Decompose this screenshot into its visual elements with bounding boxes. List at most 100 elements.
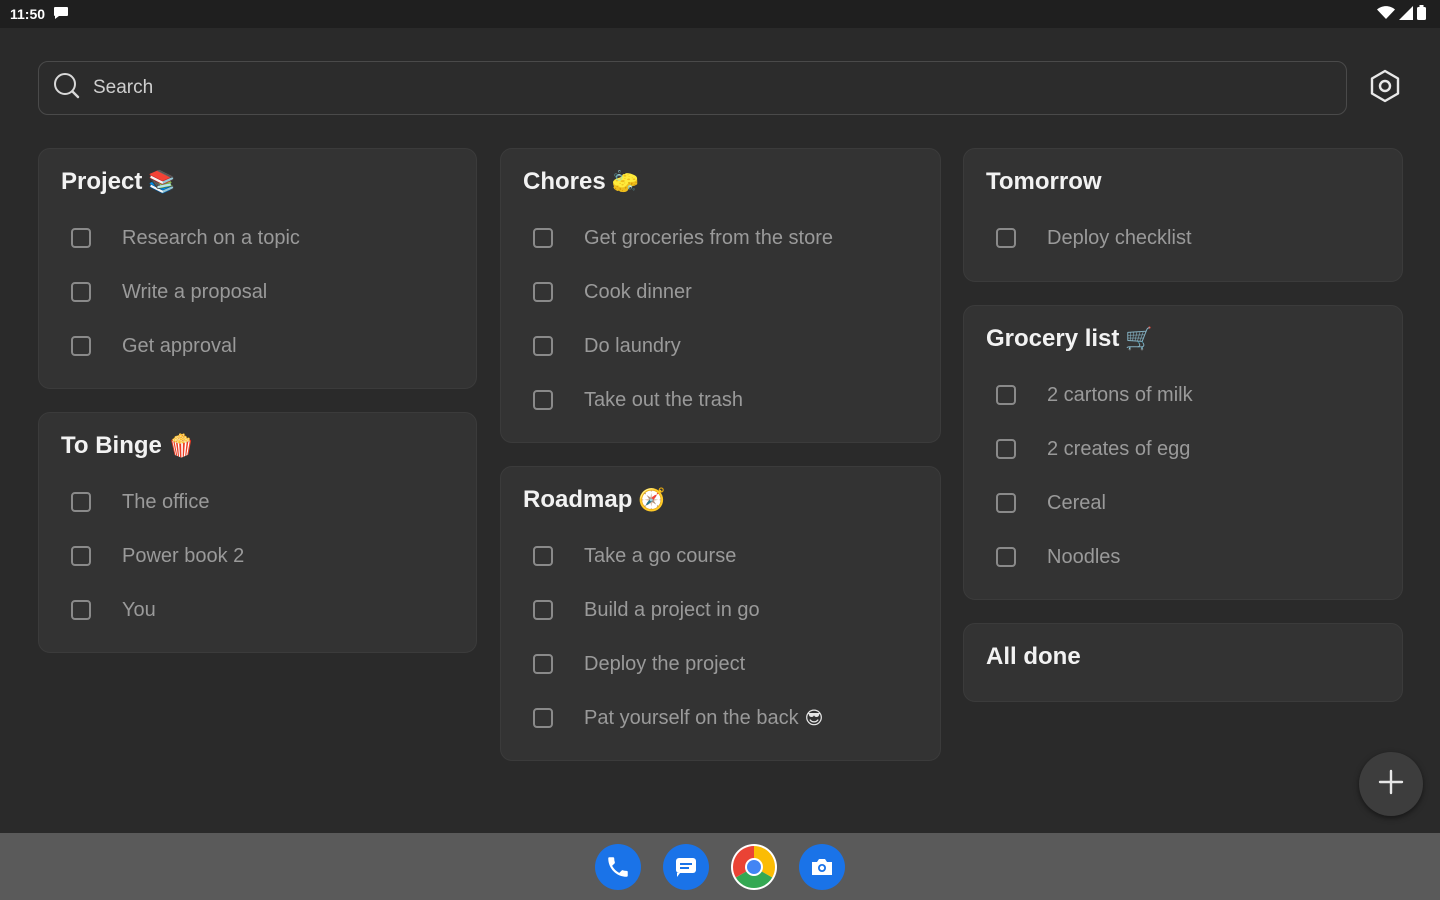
sponge-emoji-icon: 🧽 [611, 169, 640, 194]
status-right [1377, 5, 1426, 23]
books-emoji-icon: 📚 [148, 169, 176, 194]
checkbox[interactable] [996, 228, 1016, 248]
checkbox[interactable] [996, 547, 1016, 567]
list-item: The office [61, 475, 454, 529]
checkbox[interactable] [533, 390, 553, 410]
cell-signal-icon [1399, 5, 1413, 23]
card-title: Roadmap 🧭 [523, 485, 918, 515]
chrome-app-icon[interactable] [731, 843, 777, 890]
add-list-button[interactable] [1359, 752, 1423, 816]
list-item-label: The office [122, 490, 210, 513]
card-title-text: To Binge [61, 432, 162, 459]
search-row: Search [38, 61, 1410, 115]
list-card-to-binge[interactable]: To Binge 🍿 The office Power book 2 You [38, 412, 477, 653]
checkbox[interactable] [71, 600, 91, 620]
list-card-all-done[interactable]: All done [963, 623, 1403, 702]
messages-app-icon[interactable] [663, 843, 709, 890]
checkbox[interactable] [996, 385, 1016, 405]
card-title-text: Grocery list [986, 325, 1120, 352]
checkbox[interactable] [533, 228, 553, 248]
list-item-label: Take a go course [584, 544, 737, 567]
card-title-text: Project [61, 168, 143, 195]
list-card-roadmap[interactable]: Roadmap 🧭 Take a go course Build a proje… [500, 466, 941, 761]
list-item-label: Do laundry [584, 334, 681, 357]
list-item: Deploy the project [523, 637, 918, 691]
list-item: Get groceries from the store [523, 211, 918, 265]
search-placeholder: Search [93, 77, 154, 98]
list-item: Cereal [986, 476, 1380, 530]
list-item: Power book 2 [61, 529, 454, 583]
popcorn-emoji-icon: 🍿 [167, 433, 196, 458]
checkbox[interactable] [71, 336, 91, 356]
list-item-label: Get groceries from the store [584, 226, 833, 249]
card-title: Tomorrow [986, 167, 1380, 197]
checkbox[interactable] [71, 546, 91, 566]
list-item-label: You [122, 598, 156, 621]
list-item-label: Cereal [1047, 491, 1106, 514]
list-item-label: Noodles [1047, 545, 1121, 568]
list-item: Write a proposal [61, 265, 454, 319]
list-item-label: Research on a topic [122, 226, 300, 249]
list-item: Get approval [61, 319, 454, 373]
list-item: 2 creates of egg [986, 422, 1380, 476]
checkbox[interactable] [533, 282, 553, 302]
checkbox[interactable] [996, 439, 1016, 459]
settings-button[interactable] [1365, 68, 1405, 108]
battery-icon [1417, 5, 1426, 23]
list-card-project[interactable]: Project 📚 Research on a topic Write a pr… [38, 148, 477, 389]
list-item: Cook dinner [523, 265, 918, 319]
card-title: Project 📚 [61, 167, 454, 197]
status-left: 11:50 [10, 6, 69, 23]
status-bar: 11:50 [0, 0, 1440, 28]
list-item: Research on a topic [61, 211, 454, 265]
wifi-icon [1377, 5, 1395, 23]
list-card-chores[interactable]: Chores 🧽 Get groceries from the store Co… [500, 148, 941, 443]
list-item: Do laundry [523, 319, 918, 373]
list-item-label: Deploy checklist [1047, 226, 1192, 249]
card-title: Chores 🧽 [523, 167, 918, 197]
list-item: 2 cartons of milk [986, 368, 1380, 422]
checkbox[interactable] [71, 492, 91, 512]
list-item-label: Build a project in go [584, 598, 760, 621]
card-title: To Binge 🍿 [61, 431, 454, 461]
sunglasses-emoji-icon: 😎 [804, 708, 824, 728]
list-item: Pat yourself on the back 😎 [523, 691, 918, 745]
card-title-text: Chores [523, 168, 606, 195]
checkbox[interactable] [71, 282, 91, 302]
list-item-label: Pat yourself on the back [584, 706, 799, 729]
search-input[interactable]: Search [38, 61, 1347, 115]
checkbox[interactable] [533, 546, 553, 566]
compass-emoji-icon: 🧭 [638, 487, 666, 512]
status-time: 11:50 [10, 6, 46, 22]
card-title: Grocery list 🛒 [986, 324, 1380, 354]
phone-app-icon[interactable] [595, 843, 641, 890]
list-item-label: 2 cartons of milk [1047, 383, 1193, 406]
card-title-text: All done [986, 643, 1081, 670]
checkbox[interactable] [533, 708, 553, 728]
list-item: Build a project in go [523, 583, 918, 637]
settings-icon [1368, 69, 1402, 108]
app-dock [0, 833, 1440, 900]
list-card-grocery[interactable]: Grocery list 🛒 2 cartons of milk 2 creat… [963, 305, 1403, 600]
list-item-label: Power book 2 [122, 544, 245, 567]
list-item-label: 2 creates of egg [1047, 437, 1191, 460]
card-title: All done [986, 642, 1380, 672]
shopping-cart-emoji-icon: 🛒 [1125, 326, 1153, 351]
list-item-label: Deploy the project [584, 652, 746, 675]
list-item: Noodles [986, 530, 1380, 584]
list-item-label: Get approval [122, 334, 237, 357]
chat-notification-icon [53, 6, 69, 23]
list-item-label: Cook dinner [584, 280, 692, 303]
camera-app-icon[interactable] [799, 843, 845, 890]
list-item-label: Write a proposal [122, 280, 268, 303]
list-item: Deploy checklist [986, 211, 1380, 265]
list-item: You [61, 583, 454, 637]
checkbox[interactable] [71, 228, 91, 248]
search-icon [53, 72, 81, 105]
card-title-text: Roadmap [523, 486, 633, 513]
checkbox[interactable] [533, 654, 553, 674]
checkbox[interactable] [533, 336, 553, 356]
checkbox[interactable] [996, 493, 1016, 513]
list-card-tomorrow[interactable]: Tomorrow Deploy checklist [963, 148, 1403, 282]
checkbox[interactable] [533, 600, 553, 620]
